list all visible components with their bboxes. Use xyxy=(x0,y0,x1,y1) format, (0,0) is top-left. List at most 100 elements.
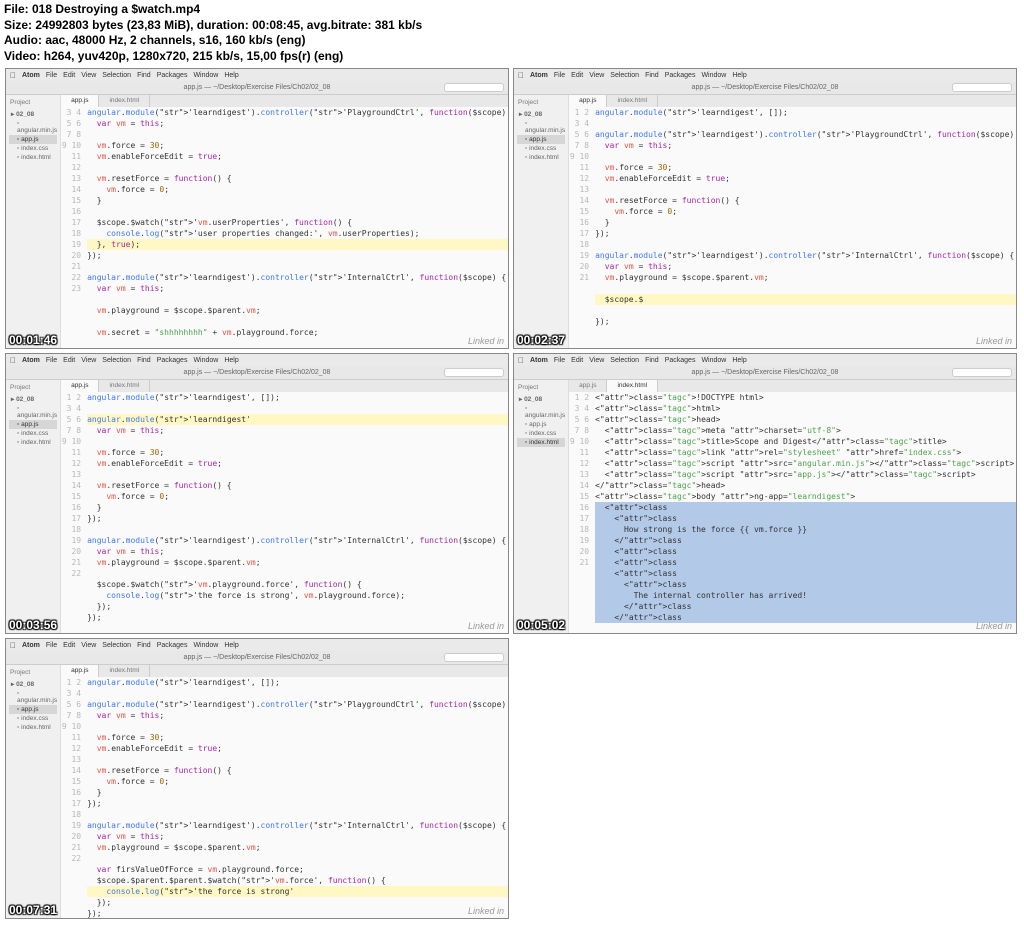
code-editor[interactable]: 1 2 3 4 5 6 7 8 9 10 11 12 13 14 15 16 1… xyxy=(61,392,509,633)
editor-tab[interactable]: index.html xyxy=(99,665,150,677)
menubar-item[interactable]: Atom xyxy=(22,357,40,364)
search-input[interactable] xyxy=(444,653,504,662)
search-input[interactable] xyxy=(444,83,504,92)
menubar-item[interactable]: View xyxy=(81,357,96,364)
sidebar-file[interactable]: ▫ angular.min.js xyxy=(9,404,57,420)
menubar-item[interactable]: File xyxy=(554,72,565,79)
sidebar-root[interactable]: ▸ 02_08 xyxy=(517,394,565,404)
sidebar-file[interactable]: ▫ index.html xyxy=(9,723,57,732)
menubar-item[interactable]: View xyxy=(589,357,604,364)
menubar-item[interactable]: Packages xyxy=(157,642,188,649)
menubar-item[interactable]: Window xyxy=(193,642,218,649)
menubar-item[interactable]: Find xyxy=(645,72,659,79)
sidebar-root[interactable]: ▸ 02_08 xyxy=(9,394,57,404)
sidebar-root[interactable]: ▸ 02_08 xyxy=(517,109,565,119)
menubar-item[interactable]: Selection xyxy=(102,72,131,79)
sidebar-file[interactable]: ▫ angular.min.js xyxy=(517,119,565,135)
code-editor[interactable]: 1 2 3 4 5 6 7 8 9 10 11 12 13 14 15 16 1… xyxy=(569,107,1017,348)
file-line: File: 018 Destroying a $watch.mp4 xyxy=(4,2,1020,18)
menubar-item[interactable]: Edit xyxy=(63,642,75,649)
menubar-item[interactable]: Help xyxy=(732,357,746,364)
menubar-item[interactable]: Edit xyxy=(571,357,583,364)
menubar-item[interactable]: Window xyxy=(701,357,726,364)
menubar-item[interactable]: Atom xyxy=(22,72,40,79)
code-content[interactable]: angular.module("str">'learndigest', []);… xyxy=(87,392,509,633)
editor-tab[interactable]: app.js xyxy=(61,380,99,392)
sidebar-file[interactable]: ▫ app.js xyxy=(517,135,565,144)
editor-tab-bar: app.jsindex.html xyxy=(569,95,1017,107)
menubar-item[interactable]: Selection xyxy=(102,357,131,364)
atom-toolbar: app.js — ~/Desktop/Exercise Files/Ch02/0… xyxy=(6,651,508,665)
sidebar-file[interactable]: ▫ index.css xyxy=(517,144,565,153)
menubar-item[interactable]: Selection xyxy=(610,357,639,364)
sidebar-root[interactable]: ▸ 02_08 xyxy=(9,109,57,119)
apple-logo-icon:  xyxy=(10,641,16,650)
editor-tab[interactable]: app.js xyxy=(61,95,99,107)
menubar-item[interactable]: File xyxy=(46,642,57,649)
menubar-item[interactable]: Help xyxy=(224,72,238,79)
menubar-item[interactable]: Find xyxy=(137,72,151,79)
editor-tab[interactable]: app.js xyxy=(569,380,607,392)
sidebar-file[interactable]: ▫ angular.min.js xyxy=(9,119,57,135)
menubar-item[interactable]: Atom xyxy=(530,72,548,79)
sidebar-root[interactable]: ▸ 02_08 xyxy=(9,679,57,689)
editor-tab[interactable]: app.js xyxy=(61,665,99,677)
editor-tab[interactable]: index.html xyxy=(99,380,150,392)
sidebar-file[interactable]: ▫ index.html xyxy=(517,438,565,447)
menubar-item[interactable]: Packages xyxy=(157,357,188,364)
sidebar-file[interactable]: ▫ index.css xyxy=(517,429,565,438)
menubar-item[interactable]: Packages xyxy=(665,357,696,364)
sidebar-file[interactable]: ▫ index.css xyxy=(9,429,57,438)
code-editor[interactable]: 1 2 3 4 5 6 7 8 9 10 11 12 13 14 15 16 1… xyxy=(61,677,509,918)
menubar-item[interactable]: Edit xyxy=(571,72,583,79)
editor-tab[interactable]: index.html xyxy=(99,95,150,107)
code-content[interactable]: <"attr">class="tagc">!DOCTYPE html> <"at… xyxy=(595,392,1017,633)
search-input[interactable] xyxy=(952,368,1012,377)
menubar-item[interactable]: Help xyxy=(224,642,238,649)
code-content[interactable]: angular.module("str">'learndigest', []);… xyxy=(87,677,509,918)
menubar-item[interactable]: File xyxy=(554,357,565,364)
sidebar-file[interactable]: ▫ app.js xyxy=(9,420,57,429)
menubar-item[interactable]: Packages xyxy=(157,72,188,79)
menubar-item[interactable]: Window xyxy=(193,357,218,364)
code-content[interactable]: angular.module("str">'learndigest', []);… xyxy=(595,107,1017,348)
menubar-item[interactable]: Selection xyxy=(610,72,639,79)
menubar-item[interactable]: Find xyxy=(137,357,151,364)
sidebar-file[interactable]: ▫ angular.min.js xyxy=(9,689,57,705)
menubar-item[interactable]: Atom xyxy=(22,642,40,649)
sidebar-file[interactable]: ▫ index.html xyxy=(517,153,565,162)
menubar-item[interactable]: Help xyxy=(732,72,746,79)
search-input[interactable] xyxy=(444,368,504,377)
menubar-item[interactable]: Window xyxy=(701,72,726,79)
sidebar-file[interactable]: ▫ angular.min.js xyxy=(517,404,565,420)
editor-pane: app.jsindex.html1 2 3 4 5 6 7 8 9 10 11 … xyxy=(569,380,1017,633)
editor-tab[interactable]: index.html xyxy=(607,95,658,107)
menubar-item[interactable]: File xyxy=(46,72,57,79)
search-input[interactable] xyxy=(952,83,1012,92)
menubar-item[interactable]: Find xyxy=(645,357,659,364)
menubar-item[interactable]: View xyxy=(589,72,604,79)
sidebar-file[interactable]: ▫ app.js xyxy=(9,705,57,714)
menubar-item[interactable]: Packages xyxy=(665,72,696,79)
menubar-item[interactable]: Edit xyxy=(63,72,75,79)
code-editor[interactable]: 3 4 5 6 7 8 9 10 11 12 13 14 15 16 17 18… xyxy=(61,107,509,348)
editor-tab[interactable]: app.js xyxy=(569,95,607,107)
menubar-item[interactable]: Edit xyxy=(63,357,75,364)
sidebar-file[interactable]: ▫ index.html xyxy=(9,153,57,162)
code-content[interactable]: angular.module("str">'learndigest').cont… xyxy=(87,107,509,348)
menubar-item[interactable]: File xyxy=(46,357,57,364)
sidebar-file[interactable]: ▫ index.html xyxy=(9,438,57,447)
menubar-item[interactable]: View xyxy=(81,72,96,79)
menubar-item[interactable]: Find xyxy=(137,642,151,649)
menubar-item[interactable]: View xyxy=(81,642,96,649)
code-editor[interactable]: 1 2 3 4 5 6 7 8 9 10 11 12 13 14 15 16 1… xyxy=(569,392,1017,633)
sidebar-file[interactable]: ▫ index.css xyxy=(9,144,57,153)
editor-tab[interactable]: index.html xyxy=(607,380,658,392)
menubar-item[interactable]: Help xyxy=(224,357,238,364)
sidebar-file[interactable]: ▫ app.js xyxy=(517,420,565,429)
menubar-item[interactable]: Atom xyxy=(530,357,548,364)
sidebar-file[interactable]: ▫ app.js xyxy=(9,135,57,144)
sidebar-file[interactable]: ▫ index.css xyxy=(9,714,57,723)
menubar-item[interactable]: Selection xyxy=(102,642,131,649)
menubar-item[interactable]: Window xyxy=(193,72,218,79)
